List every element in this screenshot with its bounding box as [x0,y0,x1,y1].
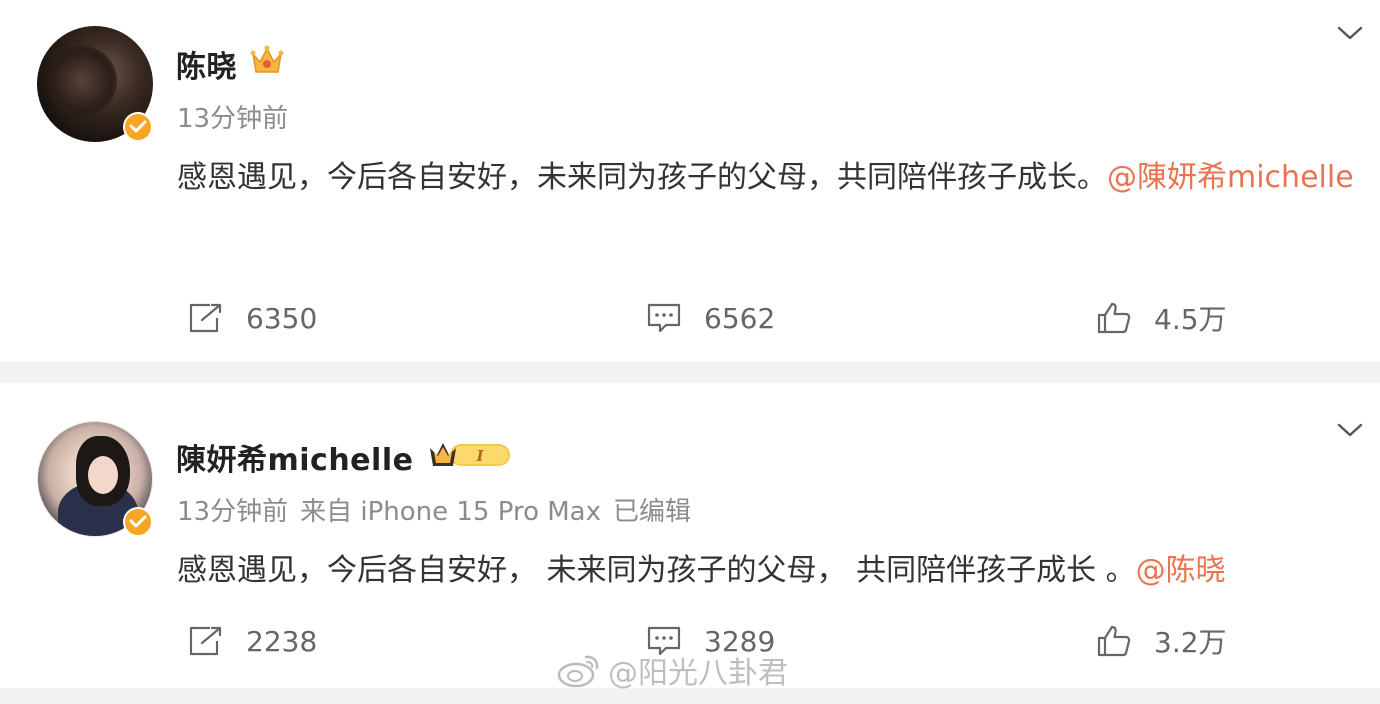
post-text: 感恩遇见，今后各自安好， 未来同为孩子的父母， 共同陪伴孩子成长 。 [177,553,1136,588]
chevron-down-icon[interactable] [1336,24,1364,42]
repost-icon [189,626,222,656]
avatar-image-shade [47,46,117,116]
comment-button[interactable]: 6562 [646,298,775,338]
repost-icon [189,303,222,333]
comment-icon [647,303,681,333]
weibo-logo-icon [557,655,599,688]
username[interactable]: 陳妍希michelle [176,435,413,479]
repost-button[interactable]: 6350 [188,298,317,338]
verified-icon [123,507,153,537]
level-text: I [475,447,484,465]
post-source: 来自 iPhone 15 Pro Max [300,497,601,527]
post-time: 13分钟前 [177,497,289,527]
comment-count: 6562 [704,301,776,335]
like-count: 4.5万 [1154,303,1227,336]
weibo-post-2: 陳妍希michelle I 13分钟前 来自 iPhone 15 Pro Max 已… [0,383,1380,688]
post-content: 感恩遇见，今后各自安好，未来同为孩子的父母，共同陪伴孩子成长。@陳妍希miche… [177,150,1357,206]
post-content: 感恩遇见，今后各自安好， 未来同为孩子的父母， 共同陪伴孩子成长 。@陈晓 [177,543,1367,599]
crown-icon[interactable] [250,44,284,80]
post-text: 感恩遇见，今后各自安好，未来同为孩子的父母，共同陪伴孩子成长。 [177,160,1107,195]
avatar-image-face [88,456,118,494]
mention-link[interactable]: @陈晓 [1136,553,1226,588]
repost-button[interactable]: 2238 [188,621,317,661]
repost-count: 2238 [246,624,318,658]
watermark: @阳光八卦君 [556,648,788,692]
crown-level-badge-icon[interactable]: I [428,439,512,473]
mention-link[interactable]: @陳妍希michelle [1107,160,1354,195]
like-count: 3.2万 [1154,626,1227,659]
post-time: 13分钟前 [177,104,289,134]
chevron-down-icon[interactable] [1336,421,1364,439]
like-icon [1097,302,1131,334]
like-button[interactable]: 4.5万 [1096,298,1227,338]
weibo-post-1: 陈晓 13分钟前 感恩遇见，今后各自安好，未来同为孩子的父母，共同陪伴孩子成长。… [0,0,1380,362]
post-meta: 13分钟前 [177,98,300,135]
repost-count: 6350 [246,301,318,335]
username[interactable]: 陈晓 [176,42,237,86]
post-actions: 6350 6562 4.5万 [0,298,1380,338]
watermark-text: @阳光八卦君 [608,656,788,691]
like-icon [1097,625,1131,657]
edited-label: 已编辑 [613,497,692,527]
verified-icon [123,112,153,142]
post-meta: 13分钟前 来自 iPhone 15 Pro Max 已编辑 [177,491,703,528]
like-button[interactable]: 3.2万 [1096,621,1227,661]
